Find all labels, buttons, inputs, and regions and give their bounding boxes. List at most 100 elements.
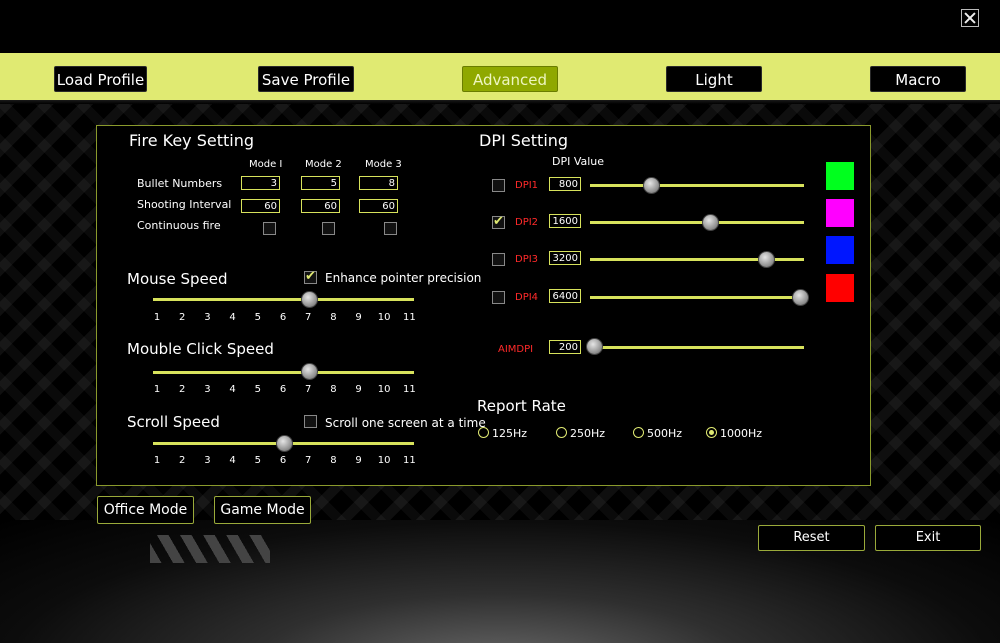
dpi4-value-input[interactable]: 6400 <box>549 289 581 303</box>
report-rate-250hz-radio[interactable] <box>556 427 567 438</box>
aimdpi-track[interactable] <box>590 346 804 349</box>
tick-label: 4 <box>229 455 236 466</box>
tick-label: 5 <box>254 384 261 395</box>
macro-tab[interactable]: Macro <box>870 66 966 92</box>
report-rate-title: Report Rate <box>477 397 566 415</box>
report-rate-125hz-label: 125Hz <box>492 427 528 440</box>
enhance-precision-label: Enhance pointer precision <box>325 271 482 285</box>
report-rate-125hz-radio[interactable] <box>478 427 489 438</box>
dpi2-track[interactable] <box>590 221 804 224</box>
scroll-speed-knob[interactable] <box>276 435 293 452</box>
tick-label: 4 <box>229 312 236 323</box>
report-rate-500hz-label: 500Hz <box>647 427 683 440</box>
tick-label: 6 <box>279 455 287 466</box>
double-click-ticks: 1 2 3 4 5 6 7 8 9 10 11 <box>151 384 421 398</box>
tick-label: 7 <box>305 312 312 323</box>
tick-label: 10 <box>377 384 391 395</box>
decorative-stripes <box>150 535 270 563</box>
tick-label: 7 <box>305 384 312 395</box>
continuous-fire-label: Continuous fire <box>137 219 221 232</box>
dpi3-value-input[interactable]: 3200 <box>549 251 581 265</box>
tick-label: 9 <box>355 384 362 395</box>
dpi2-value-input[interactable]: 1600 <box>549 214 581 228</box>
dpi-value-header: DPI Value <box>552 155 605 168</box>
dpi2-label: DPI2 <box>515 217 539 228</box>
aimdpi-value-input[interactable]: 200 <box>549 340 581 354</box>
tick-label: 5 <box>254 312 261 323</box>
shooting-interval-label: Shooting Interval <box>137 198 232 211</box>
tick-label: 9 <box>355 455 362 466</box>
exit-button[interactable]: Exit <box>875 525 981 551</box>
report-rate-1000hz-label: 1000Hz <box>720 427 763 440</box>
continuous-mode-1-checkbox[interactable] <box>263 222 276 235</box>
dpi1-track[interactable] <box>590 184 804 187</box>
close-icon[interactable] <box>961 9 979 27</box>
dpi1-checkbox[interactable] <box>492 179 505 192</box>
dpi1-label: DPI1 <box>515 180 539 191</box>
dpi1-value-input[interactable]: 800 <box>549 177 581 191</box>
dpi3-color-swatch[interactable] <box>826 236 854 264</box>
double-click-knob[interactable] <box>301 363 318 380</box>
tick-label: 2 <box>179 312 186 323</box>
dpi2-checkbox[interactable] <box>492 214 505 229</box>
interval-mode-3-input[interactable]: 60 <box>359 199 398 213</box>
dpi4-track[interactable] <box>590 296 804 299</box>
tick-label: 8 <box>330 455 337 466</box>
tick-label: 3 <box>204 312 211 323</box>
mouse-speed-title: Mouse Speed <box>127 270 228 288</box>
mode-1-header: Mode I <box>249 159 283 170</box>
dpi4-checkbox[interactable] <box>492 291 505 304</box>
dpi3-label: DPI3 <box>515 254 539 265</box>
report-rate-500hz-radio[interactable] <box>633 427 644 438</box>
tick-label: 11 <box>403 455 416 466</box>
dpi4-knob[interactable] <box>792 289 809 306</box>
aimdpi-knob[interactable] <box>586 338 603 355</box>
interval-mode-1-input[interactable]: 60 <box>241 199 280 213</box>
dpi-setting-title: DPI Setting <box>479 131 569 150</box>
tick-label: 8 <box>330 384 337 395</box>
tick-label: 1 <box>153 384 161 395</box>
continuous-mode-3-checkbox[interactable] <box>384 222 397 235</box>
dpi2-knob[interactable] <box>701 214 719 231</box>
tick-label: 2 <box>179 455 186 466</box>
double-click-title: Mouble Click Speed <box>127 340 274 358</box>
mode-3-header: Mode 3 <box>365 159 402 170</box>
dpi1-knob[interactable] <box>642 177 660 194</box>
dpi2-color-swatch[interactable] <box>826 199 854 227</box>
dpi4-color-swatch[interactable] <box>826 274 854 302</box>
load-profile-button[interactable]: Load Profile <box>54 66 147 92</box>
bullet-mode-3-input[interactable]: 8 <box>359 176 398 190</box>
game-mode-button[interactable]: Game Mode <box>214 496 311 524</box>
double-click-track[interactable] <box>153 371 414 374</box>
bullet-mode-2-input[interactable]: 5 <box>301 176 340 190</box>
tick-label: 4 <box>229 384 236 395</box>
continuous-mode-2-checkbox[interactable] <box>322 222 335 235</box>
report-rate-1000hz-radio[interactable] <box>706 427 717 438</box>
dpi3-checkbox[interactable] <box>492 253 505 266</box>
scroll-one-screen-label: Scroll one screen at a time <box>325 416 486 430</box>
mouse-speed-knob[interactable] <box>301 291 318 308</box>
dpi4-label: DPI4 <box>515 292 539 303</box>
bullet-mode-1-input[interactable]: 3 <box>241 176 280 190</box>
mouse-speed-track[interactable] <box>153 298 414 301</box>
tick-label: 10 <box>377 312 391 323</box>
light-tab[interactable]: Light <box>666 66 762 92</box>
tick-label: 3 <box>204 455 211 466</box>
reset-button[interactable]: Reset <box>758 525 865 551</box>
bullet-numbers-label: Bullet Numbers <box>137 177 223 190</box>
tick-label: 7 <box>305 455 312 466</box>
tick-label: 5 <box>254 455 261 466</box>
tick-label: 3 <box>204 384 211 395</box>
advanced-tab[interactable]: Advanced <box>462 66 558 92</box>
tick-label: 1 <box>153 455 161 466</box>
mode-2-header: Mode 2 <box>305 159 342 170</box>
scroll-one-screen-checkbox[interactable] <box>304 415 317 428</box>
enhance-precision-checkbox[interactable] <box>304 269 317 284</box>
interval-mode-2-input[interactable]: 60 <box>301 199 340 213</box>
office-mode-button[interactable]: Office Mode <box>97 496 194 524</box>
tick-label: 2 <box>179 384 186 395</box>
tick-label: 9 <box>355 312 362 323</box>
tick-label: 11 <box>403 384 416 395</box>
dpi1-color-swatch[interactable] <box>826 162 854 190</box>
save-profile-button[interactable]: Save Profile <box>258 66 354 92</box>
